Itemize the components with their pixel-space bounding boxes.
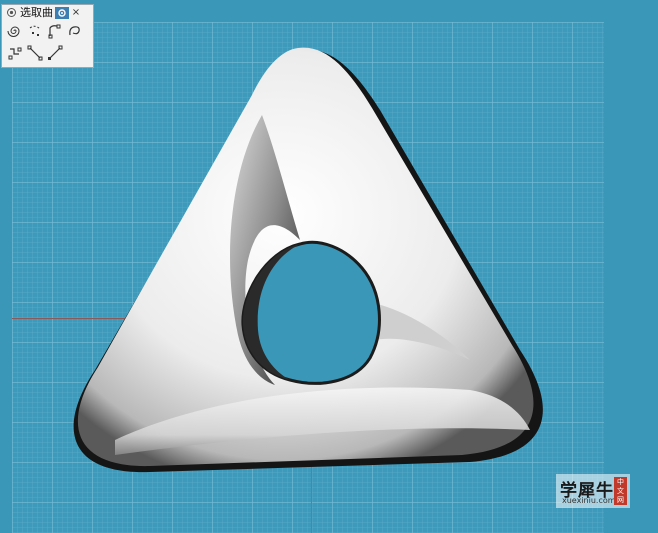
spiral-curve-icon — [7, 26, 20, 37]
polyline-select-icon — [8, 47, 22, 60]
freeform-curve-icon — [69, 26, 80, 36]
toolbar-close-icon[interactable]: × — [71, 7, 81, 18]
select-polyline-button[interactable] — [5, 42, 25, 64]
select-spiral-curve-button[interactable] — [5, 20, 25, 42]
select-freeform-curve-button[interactable] — [65, 20, 85, 42]
toolbar-options-icon[interactable] — [55, 6, 69, 19]
select-open-curve-button[interactable] — [45, 20, 65, 42]
select-curves-toolbar[interactable]: 选取曲 × — [1, 4, 94, 68]
line-select-icon — [27, 45, 43, 61]
toolbar-target-icon — [5, 7, 17, 19]
watermark-url-text: xuexiniu.com — [562, 496, 616, 505]
points-select-icon — [29, 25, 41, 36]
watermark-logo: 学犀牛 xuexiniu.com 中文网 — [556, 474, 630, 508]
perspective-viewport[interactable]: 选取曲 × 学犀牛 xuexiniu.com 中文网 — [0, 0, 658, 533]
toolbar-title: 选取曲 — [20, 5, 53, 19]
select-diagonal-button[interactable] — [45, 42, 65, 64]
watermark-badge: 中文网 — [614, 477, 627, 505]
select-line-button[interactable] — [25, 42, 45, 64]
select-points-button[interactable] — [25, 20, 45, 42]
toolbar-header[interactable]: 选取曲 × — [2, 5, 93, 20]
diagonal-select-icon — [48, 45, 63, 60]
open-curve-select-icon — [48, 24, 61, 39]
triangular-ring-model[interactable] — [0, 0, 658, 533]
